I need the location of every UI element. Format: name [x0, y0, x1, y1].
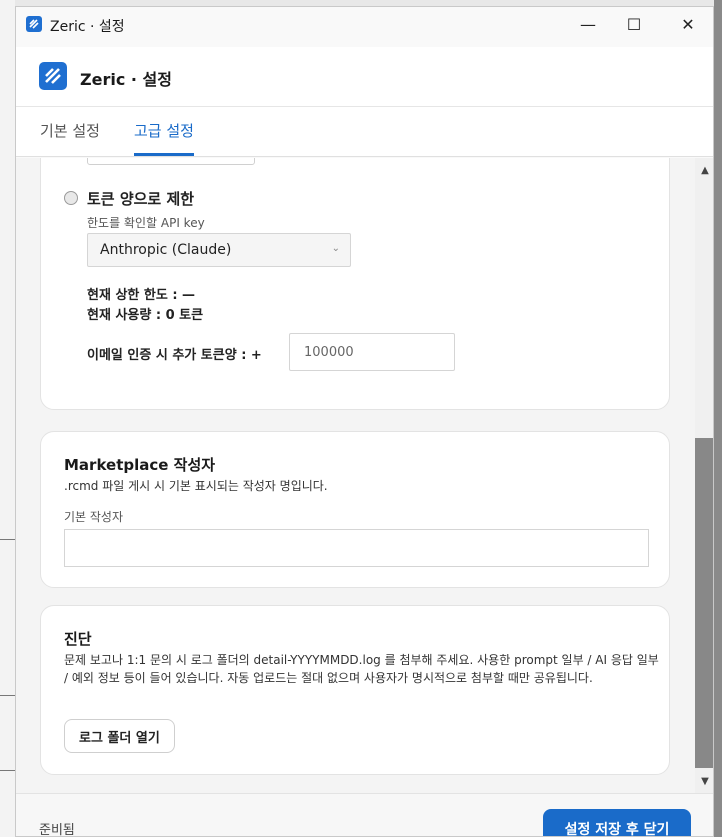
api-key-selected-value: Anthropic (Claude)	[100, 242, 232, 258]
settings-window: Zeric · 설정 — ☐ ✕ Zeric · 설정 기본 설정 고급 설정 …	[15, 6, 714, 837]
background-line	[0, 539, 15, 540]
token-limit-radio[interactable]	[64, 191, 78, 205]
diagnostics-title: 진단	[64, 630, 92, 648]
tab-bar: 기본 설정 고급 설정	[16, 107, 713, 157]
marketplace-card: Marketplace 작성자 .rcmd 파일 게시 시 기본 표시되는 작성…	[40, 431, 670, 588]
current-usage-text: 현재 사용량 : 0 토큰	[87, 308, 204, 323]
default-author-input[interactable]	[64, 529, 649, 567]
save-and-close-button[interactable]: 설정 저장 후 닫기	[543, 809, 691, 836]
scrollbar-thumb[interactable]	[695, 438, 713, 768]
tab-basic-settings[interactable]: 기본 설정	[40, 120, 100, 156]
vertical-scrollbar[interactable]: ▲ ▼	[695, 158, 713, 793]
token-limit-radio-label: 토큰 양으로 제한	[87, 190, 195, 208]
background-window-edge-right	[714, 0, 722, 837]
app-logo-icon	[39, 62, 67, 90]
maximize-button[interactable]: ☐	[610, 7, 658, 41]
minimize-icon: —	[580, 14, 596, 34]
default-author-label: 기본 작성자	[64, 510, 124, 524]
maximize-icon: ☐	[626, 14, 642, 34]
marketplace-title: Marketplace 작성자	[64, 456, 216, 474]
close-button[interactable]: ✕	[664, 7, 712, 41]
status-text: 준비됨	[39, 823, 75, 837]
chevron-down-icon: ⌄	[331, 243, 340, 254]
background-line	[0, 695, 15, 696]
api-key-select[interactable]: Anthropic (Claude) ⌄	[87, 233, 351, 267]
app-logo-icon	[26, 16, 42, 32]
title-bar[interactable]: Zeric · 설정 — ☐ ✕	[16, 7, 713, 41]
diagnostics-card: 진단 문제 보고나 1:1 문의 시 로그 폴더의 detail-YYYYMMD…	[40, 605, 670, 775]
api-key-label: 한도를 확인할 API key	[87, 216, 205, 230]
diagnostics-description: 문제 보고나 1:1 문의 시 로그 폴더의 detail-YYYYMMDD.l…	[64, 653, 659, 685]
current-limit-text: 현재 상한 한도 : —	[87, 288, 196, 303]
background-window-edge	[0, 0, 15, 837]
marketplace-description: .rcmd 파일 게시 시 기본 표시되는 작성자 명입니다.	[64, 479, 328, 493]
settings-content: 토큰 양으로 제한 한도를 확인할 API key Anthropic (Cla…	[16, 158, 695, 793]
email-bonus-input[interactable]: 100000	[289, 333, 455, 371]
email-bonus-label: 이메일 인증 시 추가 토큰양 : +	[87, 348, 262, 363]
scroll-up-icon[interactable]: ▲	[695, 160, 713, 180]
minimize-button[interactable]: —	[564, 7, 612, 41]
footer-bar: 준비됨 설정 저장 후 닫기	[16, 793, 713, 837]
window-title: Zeric · 설정	[50, 19, 125, 35]
scroll-down-icon[interactable]: ▼	[695, 771, 713, 791]
close-icon: ✕	[681, 14, 695, 34]
token-limit-card: 토큰 양으로 제한 한도를 확인할 API key Anthropic (Cla…	[40, 158, 670, 410]
open-log-folder-button[interactable]: 로그 폴더 열기	[64, 719, 175, 753]
background-line	[0, 770, 15, 771]
app-header: Zeric · 설정	[16, 47, 713, 107]
tab-advanced-settings[interactable]: 고급 설정	[134, 120, 194, 156]
previous-input-field[interactable]	[87, 158, 255, 165]
header-title: Zeric · 설정	[80, 70, 172, 89]
